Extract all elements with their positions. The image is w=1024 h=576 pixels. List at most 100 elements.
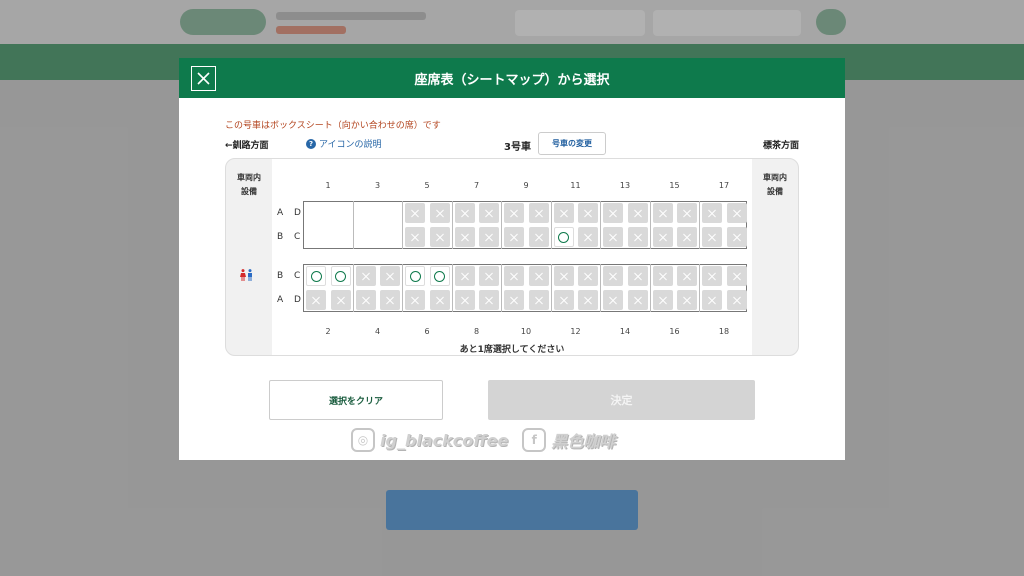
column-divider (501, 201, 502, 249)
icon-help-link[interactable]: ? アイコンの説明 (306, 137, 382, 150)
seat-occupied (702, 290, 722, 310)
seat-available[interactable] (553, 227, 574, 247)
column-divider (649, 264, 651, 312)
row-number-top: 1 (325, 181, 331, 190)
seat-occupied (405, 203, 425, 223)
column-divider (699, 264, 700, 312)
seat-occupied (504, 227, 524, 247)
seat-occupied (726, 290, 747, 310)
seat-occupied (454, 227, 475, 247)
seat-occupied (504, 266, 524, 286)
seat-occupied (429, 227, 450, 247)
watermark: ◎ ig_blackcoffee f 黑色咖啡 (351, 428, 615, 452)
row-number-bottom: 18 (718, 327, 730, 336)
row-letter-bottom: B C (277, 271, 305, 281)
column-divider (649, 201, 651, 249)
column-divider (699, 201, 700, 249)
seat-occupied (454, 290, 475, 310)
seat-map-modal: 座席表（シートマップ）から選択 この号車はボックスシート（向かい合わせの席）です… (179, 58, 845, 460)
seat-occupied (454, 266, 475, 286)
seat-available[interactable] (330, 266, 351, 286)
seat-occupied (479, 227, 499, 247)
column-divider (352, 264, 354, 312)
row-number-bottom: 6 (424, 327, 430, 336)
seat-occupied (380, 266, 400, 286)
seat-occupied (652, 266, 673, 286)
row-letter-bottom: A D (277, 295, 305, 305)
column-divider (550, 201, 552, 249)
seat-occupied (479, 203, 499, 223)
seat-occupied (429, 290, 450, 310)
seat-occupied (504, 290, 524, 310)
seat-occupied (429, 203, 450, 223)
toilet-icon (240, 269, 253, 281)
column-divider (550, 264, 552, 312)
row-number-top: 7 (473, 181, 480, 190)
facility-label-right: 車両内 設備 (755, 171, 795, 199)
row-number-top: 3 (374, 181, 381, 190)
seat-occupied (702, 266, 722, 286)
help-icon: ? (306, 138, 316, 149)
direction-right: 標茶方面 (762, 141, 799, 151)
row-letter-top: B C (277, 232, 305, 242)
row-number-top: 5 (424, 181, 430, 190)
seat-occupied (355, 266, 376, 286)
seat-occupied (380, 290, 400, 310)
watermark-facebook: f 黑色咖啡 (522, 428, 615, 452)
instagram-icon: ◎ (351, 428, 375, 452)
row-number-bottom: 10 (520, 327, 532, 336)
row-number-top: 17 (718, 181, 730, 190)
seat-occupied (528, 266, 549, 286)
box-seat-note: この号車はボックスシート（向かい合わせの席）です (225, 121, 441, 131)
seat-available[interactable] (405, 266, 425, 286)
row-number-bottom: 2 (325, 327, 331, 336)
row-number-top: 15 (669, 181, 680, 190)
change-car-button[interactable]: 号車の変更 (538, 132, 606, 155)
row-number-bottom: 4 (374, 327, 381, 336)
facility-label-text: 車両内 設備 (763, 173, 787, 196)
column-divider (402, 264, 403, 312)
seat-occupied (553, 290, 574, 310)
remaining-seats-message: あと1席選択してください (459, 345, 565, 355)
decide-button: 決定 (488, 380, 755, 420)
seat-occupied (726, 266, 747, 286)
seat-area: 1 3 5 7 9 11 13 15 17 2 4 6 8 10 12 14 16 18 A DB CB CA D (272, 159, 752, 355)
row-number-bottom: 8 (473, 327, 480, 336)
seat-map: 車両内 設備 車両内 設備 1 3 5 7 9 11 13 15 17 2 4 6 8 10 12 14 16 1… (225, 158, 799, 356)
car-number: 3号車 (504, 142, 531, 153)
seat-occupied (726, 203, 747, 223)
seat-occupied (578, 290, 598, 310)
row-number-bottom: 16 (669, 327, 680, 336)
watermark-instagram: ◎ ig_blackcoffee (351, 428, 508, 452)
seat-occupied (603, 227, 623, 247)
modal-header: 座席表（シートマップ）から選択 (179, 58, 845, 98)
seat-occupied (578, 266, 598, 286)
seat-occupied (578, 203, 598, 223)
row-number-top: 13 (619, 181, 631, 190)
seat-occupied (627, 203, 648, 223)
seat-occupied (702, 203, 722, 223)
seat-available[interactable] (306, 266, 326, 286)
seat-occupied (603, 290, 623, 310)
seat-occupied (578, 227, 598, 247)
column-divider (451, 201, 453, 249)
seat-available[interactable] (429, 266, 450, 286)
facility-label-left: 車両内 設備 (229, 171, 269, 199)
column-divider (600, 201, 601, 249)
seat-occupied (355, 290, 376, 310)
row-number-bottom: 14 (619, 327, 631, 336)
row-number-top: 11 (570, 181, 581, 190)
seat-occupied (652, 227, 673, 247)
watermark-facebook-text: 黑色咖啡 (551, 432, 616, 451)
seat-occupied (528, 203, 549, 223)
seat-occupied (528, 290, 549, 310)
column-divider (501, 264, 502, 312)
seat-occupied (479, 266, 499, 286)
seat-occupied (405, 290, 425, 310)
seat-occupied (330, 290, 351, 310)
clear-selection-button[interactable]: 選択をクリア (269, 380, 443, 420)
seat-occupied (603, 266, 623, 286)
seat-occupied (677, 266, 697, 286)
column-divider (451, 264, 453, 312)
seat-occupied (504, 203, 524, 223)
